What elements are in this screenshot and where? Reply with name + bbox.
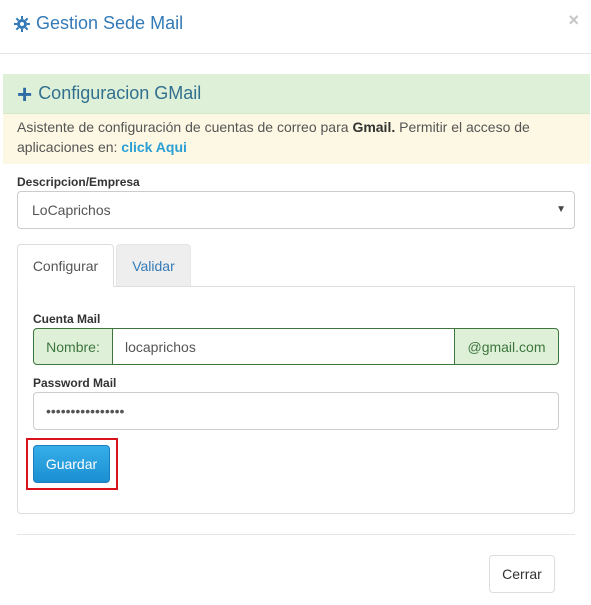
gear-icon [14,15,30,32]
password-input[interactable]: •••••••••••••••• [33,392,559,430]
modal-header: Gestion Sede Mail × [0,0,591,54]
close-button[interactable]: Cerrar [489,555,555,593]
panel-heading-text: Configuracion GMail [38,83,202,103]
save-button[interactable]: Guardar [33,445,110,483]
password-label: Password Mail [33,376,117,390]
cuenta-suffix: @gmail.com [454,328,559,365]
modal-title: Gestion Sede Mail [14,13,183,34]
empresa-select[interactable]: LoCaprichos ▼ [17,191,575,229]
gmail-access-link[interactable]: click Aqui [121,139,187,155]
empresa-label: Descripcion/Empresa [17,175,140,189]
modal-title-text: Gestion Sede Mail [36,13,184,33]
close-icon[interactable]: × [568,10,579,30]
cuenta-label: Cuenta Mail [33,312,101,326]
footer-divider [17,534,575,535]
tab-validar[interactable]: Validar [116,244,191,287]
cuenta-input-group: Nombre: locaprichos @gmail.com [33,328,559,365]
panel-heading: + Configuracion GMail [3,74,590,114]
chevron-down-icon: ▼ [556,204,566,215]
tab-configurar[interactable]: Configurar [17,244,114,287]
panel-note: Asistente de configuración de cuentas de… [3,114,590,164]
note-bold: Gmail. [352,119,396,135]
note-prefix: Asistente de configuración de cuentas de… [17,119,353,135]
cuenta-prefix: Nombre: [33,328,113,365]
empresa-select-value: LoCaprichos [32,202,111,218]
tab-bar: Configurar Validar [17,244,575,287]
cuenta-input[interactable]: locaprichos [113,328,454,365]
plus-icon: + [17,78,33,109]
